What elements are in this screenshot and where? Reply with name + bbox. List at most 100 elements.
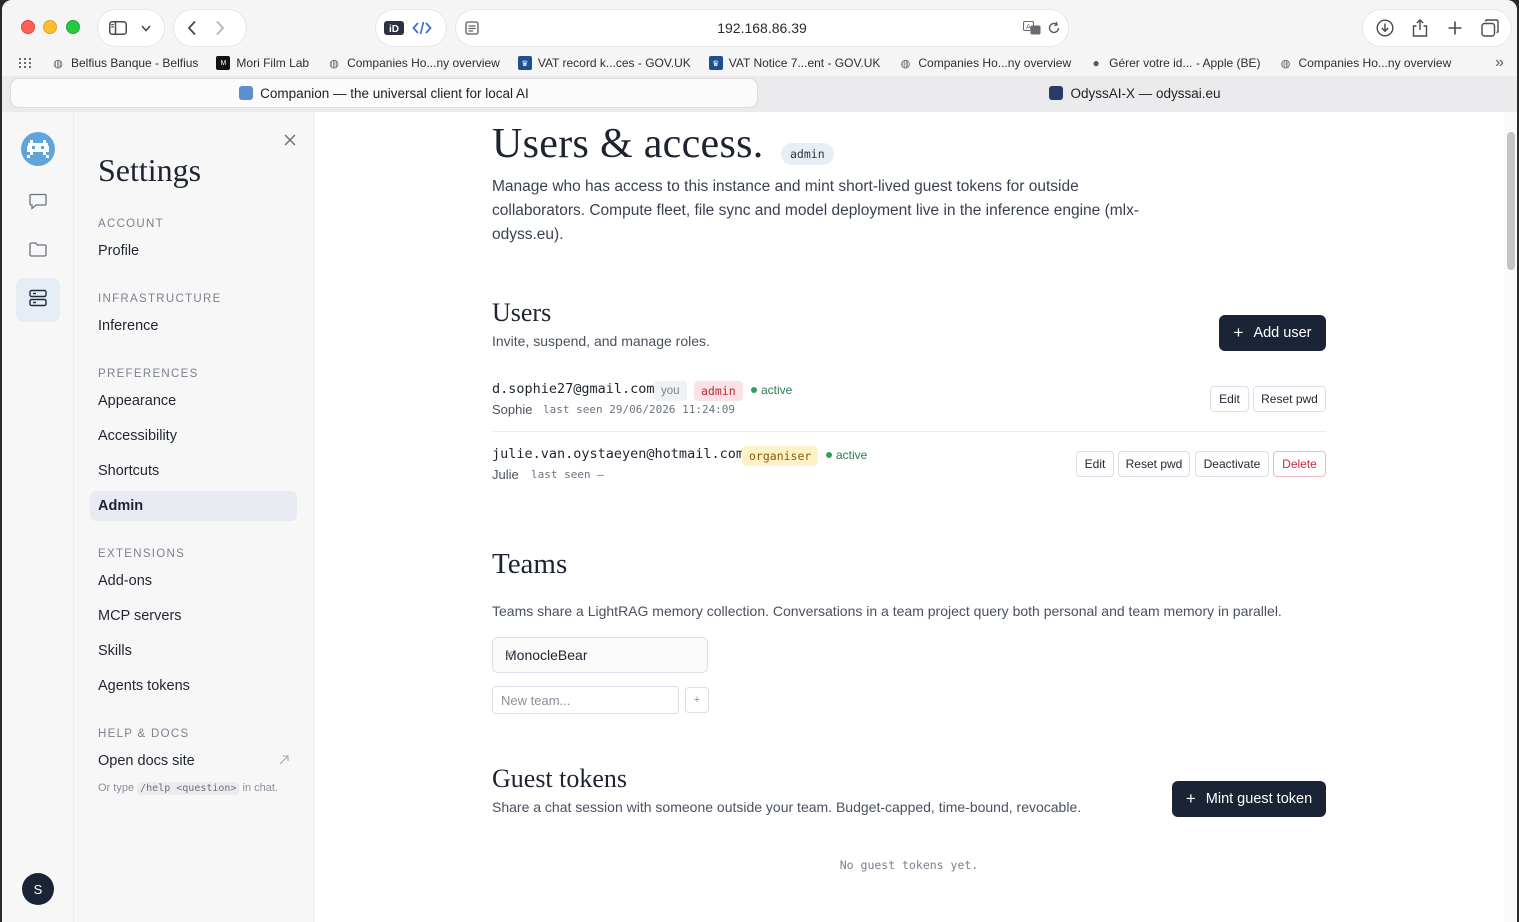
- folder-icon: [29, 242, 47, 262]
- minimize-window-button[interactable]: [43, 20, 57, 34]
- id-extension-icon[interactable]: iD: [380, 14, 408, 42]
- status-text: active: [836, 448, 868, 462]
- mint-guest-token-button[interactable]: + Mint guest token: [1172, 781, 1326, 817]
- role-tag-organiser: organiser: [742, 446, 819, 466]
- tab-label: Companion — the universal client for loc…: [260, 85, 529, 101]
- code-extension-icon[interactable]: [408, 14, 436, 42]
- close-icon[interactable]: [280, 130, 300, 150]
- status-dot-icon: [751, 387, 757, 393]
- user-last-seen: last seen 29/06/2026 11:24:09: [543, 403, 736, 416]
- bookmark-label: Belfius Banque - Belfius: [71, 56, 199, 70]
- download-icon[interactable]: [1371, 14, 1399, 42]
- sidebar-item-accessibility[interactable]: Accessibility: [90, 421, 297, 451]
- bookmark-item[interactable]: M Mori Film Lab: [216, 56, 309, 70]
- bookmark-item[interactable]: ◍ Companies Ho...ny overview: [327, 56, 500, 70]
- remove-team-icon[interactable]: ✕: [505, 648, 695, 661]
- globe-icon: ◍: [53, 57, 63, 70]
- delete-user-button[interactable]: Delete: [1273, 451, 1326, 477]
- chat-bubble-icon: [29, 193, 47, 215]
- help-hint-suffix: in chat.: [242, 782, 278, 794]
- back-arrow-icon[interactable]: [178, 14, 206, 42]
- tab-companion[interactable]: Companion — the universal client for loc…: [11, 79, 757, 107]
- tab-odyssai[interactable]: OdyssAI-X — odyssai.eu: [762, 79, 1508, 107]
- chats-nav-button[interactable]: [16, 182, 60, 226]
- address-bar[interactable]: 192.168.86.39 A: [456, 10, 1068, 46]
- apps-grid-icon[interactable]: [19, 58, 31, 68]
- teams-section-title: Teams: [492, 548, 568, 580]
- bookmark-item[interactable]: ◍ Belfius Banque - Belfius: [51, 56, 198, 70]
- new-team-input[interactable]: [492, 686, 679, 714]
- add-team-button[interactable]: +: [685, 687, 709, 713]
- edit-user-button[interactable]: Edit: [1210, 386, 1249, 412]
- add-user-button[interactable]: + Add user: [1219, 315, 1326, 351]
- reload-icon[interactable]: [1040, 14, 1068, 42]
- settings-nav-button[interactable]: [16, 278, 60, 322]
- sidebar-item-agents-tokens[interactable]: Agents tokens: [90, 671, 297, 701]
- close-window-button[interactable]: [21, 20, 35, 34]
- section-label-infrastructure: INFRASTRUCTURE: [98, 293, 222, 305]
- reset-password-button[interactable]: Reset pwd: [1253, 386, 1326, 412]
- projects-nav-button[interactable]: [16, 230, 60, 274]
- icon-rail: S: [2, 112, 74, 922]
- page-intro: Manage who has access to this instance a…: [492, 178, 1140, 243]
- bookmark-label: VAT record k...ces - GOV.UK: [537, 56, 691, 70]
- chevron-double-right-icon[interactable]: »: [1495, 54, 1504, 72]
- mori-logo-icon: M: [216, 56, 231, 70]
- sidebar-item-shortcuts[interactable]: Shortcuts: [90, 456, 297, 486]
- main-scrollbar[interactable]: [1504, 112, 1517, 922]
- users-section-title: Users: [492, 298, 552, 327]
- bookmark-item[interactable]: ♛ VAT record k...ces - GOV.UK: [517, 56, 691, 70]
- chevron-down-icon[interactable]: [132, 14, 160, 42]
- status-text: active: [761, 383, 793, 397]
- svg-text:iD: iD: [389, 24, 399, 35]
- zoom-window-button[interactable]: [66, 20, 80, 34]
- forward-arrow-icon[interactable]: [206, 14, 234, 42]
- sidebar-item-mcp-servers[interactable]: MCP servers: [90, 601, 297, 631]
- reset-password-button[interactable]: Reset pwd: [1118, 451, 1190, 477]
- app-logo-icon[interactable]: [21, 132, 55, 166]
- sidebar-item-add-ons[interactable]: Add-ons: [90, 566, 297, 596]
- help-command-code: /help <question>: [137, 782, 240, 795]
- help-hint: Or type /help <question> in chat.: [98, 782, 278, 795]
- bookmark-item[interactable]: ◍ Companies Ho...ny overview: [1279, 56, 1452, 70]
- bookmark-label: Mori Film Lab: [236, 56, 310, 70]
- bookmark-item[interactable]: ♛ VAT Notice 7...ent - GOV.UK: [708, 56, 880, 70]
- sidebar-toggle-group: [98, 10, 164, 46]
- deactivate-user-button[interactable]: Deactivate: [1195, 451, 1269, 477]
- browser-toolbar: iD 192.168.86.39 A: [2, 0, 1517, 50]
- sidebar-item-skills[interactable]: Skills: [90, 636, 297, 666]
- new-tab-icon[interactable]: [1441, 14, 1469, 42]
- globe-icon: ◍: [329, 57, 339, 70]
- scrollbar-thumb[interactable]: [1507, 132, 1515, 270]
- bookmark-item[interactable]: ◍ Companies Ho...ny overview: [898, 56, 1072, 70]
- apple-icon: ●: [1092, 56, 1100, 70]
- user-last-seen: last seen —: [531, 468, 604, 481]
- section-label-account: ACCOUNT: [98, 218, 164, 230]
- user-avatar[interactable]: S: [22, 873, 54, 905]
- bookmark-item[interactable]: ● Gérer votre id... - Apple (BE): [1089, 56, 1261, 70]
- row-divider: [492, 431, 1326, 432]
- edit-user-button[interactable]: Edit: [1076, 451, 1114, 477]
- status-dot-icon: [826, 452, 832, 458]
- sidebar-item-profile[interactable]: Profile: [90, 236, 297, 266]
- url-text: 192.168.86.39: [717, 20, 807, 36]
- browser-actions-group: [1363, 10, 1511, 46]
- teams-description: Teams share a LightRAG memory collection…: [492, 603, 1282, 619]
- tab-overview-icon[interactable]: [1476, 14, 1504, 42]
- main-content: Users & access. admin Manage who has acc…: [314, 112, 1504, 922]
- sidebar-item-appearance[interactable]: Appearance: [90, 386, 297, 416]
- sidebar-item-admin[interactable]: Admin: [90, 491, 297, 521]
- bookmark-label: Companies Ho...ny overview: [1298, 56, 1452, 70]
- bookmark-label: Gérer votre id... - Apple (BE): [1109, 56, 1261, 70]
- mint-guest-token-label: Mint guest token: [1205, 791, 1313, 807]
- server-icon: [29, 289, 47, 312]
- sidebar-item-label: Open docs site: [98, 753, 195, 769]
- sidebar-icon[interactable]: [104, 14, 132, 42]
- crown-icon: ♛: [708, 56, 723, 70]
- user-email: d.sophie27@gmail.com: [492, 381, 655, 397]
- bookmarks-bar: ◍ Belfius Banque - Belfius M Mori Film Lab…: [2, 50, 1517, 76]
- sidebar-item-open-docs-site[interactable]: Open docs site: [90, 746, 297, 776]
- sidebar-item-inference[interactable]: Inference: [90, 311, 297, 341]
- team-chip[interactable]: MonocleBear ✕: [492, 637, 708, 673]
- share-icon[interactable]: [1406, 14, 1434, 42]
